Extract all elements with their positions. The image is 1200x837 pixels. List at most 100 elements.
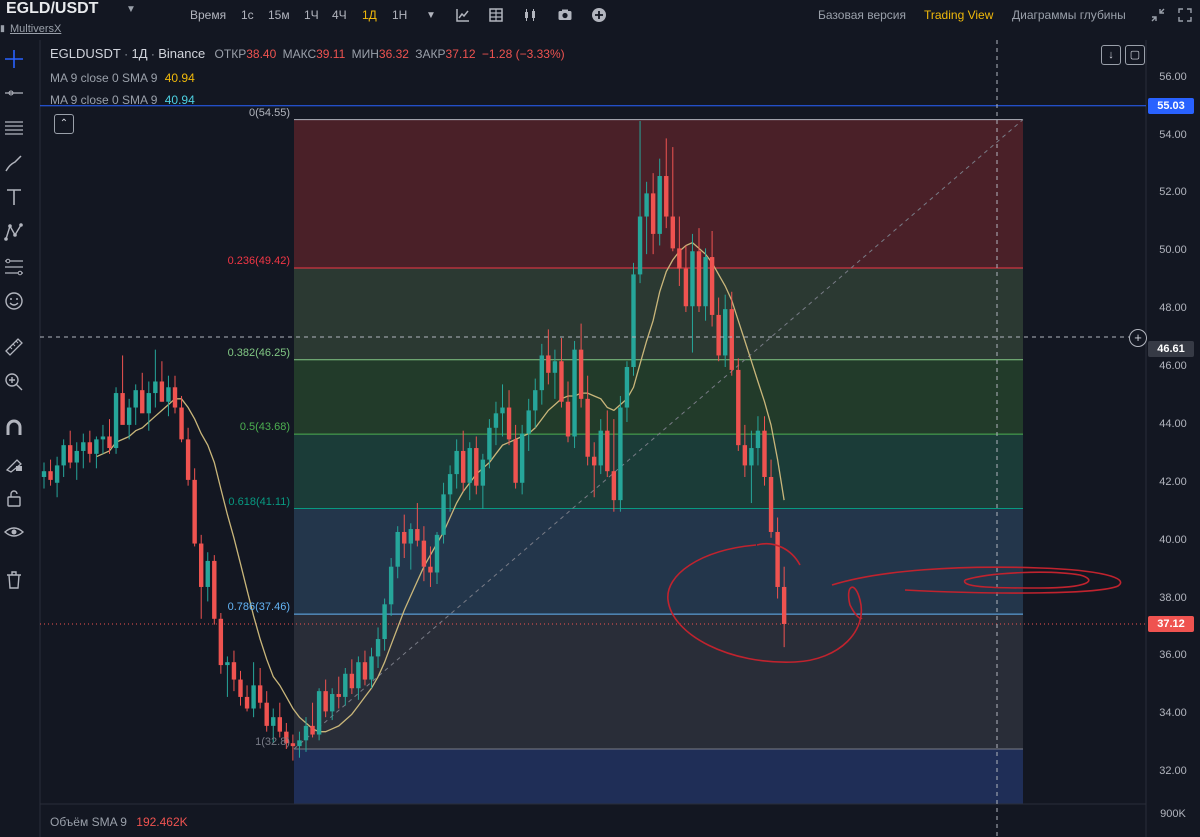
price-axis-label: 36.00: [1159, 649, 1187, 662]
candle-type-icon[interactable]: [522, 7, 538, 23]
legend-exchange: Binance: [158, 46, 206, 61]
trash-icon[interactable]: [3, 569, 25, 591]
candle-body: [271, 717, 276, 726]
tab-tradingview[interactable]: Trading View: [924, 8, 993, 22]
candle-body: [251, 685, 256, 709]
fullscreen-icon[interactable]: [1177, 7, 1193, 23]
candle-body: [526, 410, 531, 434]
timeframe-15m[interactable]: 15м: [268, 8, 290, 22]
emoji-icon[interactable]: [3, 290, 25, 312]
fib-zone: [294, 434, 1023, 509]
add-icon[interactable]: [591, 7, 607, 23]
brush-icon[interactable]: [3, 152, 25, 174]
lock-drawing-icon[interactable]: [3, 452, 25, 474]
candle-body: [434, 534, 440, 573]
pair-title[interactable]: EGLD/USDT: [6, 0, 98, 18]
candle-body: [166, 387, 171, 402]
candle-body: [755, 430, 761, 449]
fib-retracement[interactable]: [294, 119, 1023, 804]
candle-body: [677, 248, 682, 269]
candle-body: [670, 216, 675, 249]
top-bar: EGLD/USDT ▼ ▮ MultiversX Время 1с 15м 1Ч…: [0, 0, 1200, 35]
trend-line-icon[interactable]: [3, 82, 25, 104]
ma-legend-1[interactable]: MA 9 close 0 SMA 9 40.94: [50, 71, 195, 85]
magnet-icon[interactable]: [3, 417, 25, 439]
fib-zone: [294, 119, 1023, 269]
fib-level-label: 0.618(41.11): [228, 495, 290, 508]
scroll-down-button[interactable]: ↓: [1101, 45, 1121, 65]
fib-level-label: 0.786(37.46): [227, 601, 290, 614]
fib-trend-line: [293, 119, 1024, 750]
timeframe-4h[interactable]: 4Ч: [332, 8, 347, 22]
settings-square-button[interactable]: ▢: [1125, 45, 1145, 65]
price-axis-label: 38.00: [1159, 591, 1187, 604]
candle-body: [611, 471, 617, 501]
ma1-label: MA 9 close 0 SMA 9: [50, 71, 158, 85]
collapse-legend-button[interactable]: ⌃: [54, 114, 74, 134]
close-value: 37.12: [445, 47, 476, 61]
project-link[interactable]: MultiversX: [10, 23, 61, 35]
tab-depth[interactable]: Диаграммы глубины: [1012, 8, 1126, 22]
lock-icon[interactable]: [3, 487, 25, 509]
price-chart[interactable]: [0, 0, 1200, 837]
annotation-drawing[interactable]: [667, 543, 1122, 663]
more-timeframes-icon[interactable]: ▼: [426, 10, 436, 21]
candle-body: [644, 193, 649, 217]
candle-body: [461, 450, 466, 483]
price-axis-label: 56.00: [1159, 70, 1187, 83]
tab-basic[interactable]: Базовая версия: [818, 8, 906, 22]
candle-body: [585, 398, 590, 457]
timeframe-1s[interactable]: 1с: [241, 8, 254, 22]
candle-body: [664, 176, 669, 217]
indicators-icon[interactable]: [455, 7, 471, 23]
zoom-in-icon[interactable]: [3, 371, 25, 393]
candle-body: [519, 433, 525, 483]
candle-body: [388, 566, 394, 605]
candle-body: [126, 407, 132, 425]
ma1-value: 40.94: [164, 71, 195, 85]
candle-body: [762, 430, 767, 477]
candle-body: [68, 445, 73, 463]
ma-legend-2[interactable]: MA 9 close 0 SMA 9 40.94: [50, 93, 195, 107]
ruler-icon[interactable]: [3, 336, 25, 358]
candle-body: [637, 216, 643, 275]
candle-body: [231, 662, 237, 680]
candle-body: [107, 436, 112, 449]
templates-icon[interactable]: [488, 7, 504, 23]
camera-icon[interactable]: [557, 7, 573, 23]
candle-body: [238, 679, 243, 697]
open-value: 38.40: [246, 47, 277, 61]
candle-body: [199, 543, 204, 587]
timeframe-1h[interactable]: 1Ч: [304, 8, 319, 22]
text-icon[interactable]: [3, 186, 25, 208]
open-label: ОТКР: [214, 47, 247, 61]
volume-label: Объём SMA 9: [50, 815, 127, 829]
pair-dropdown-icon[interactable]: ▼: [126, 4, 136, 15]
candle-body: [316, 691, 322, 735]
candle-body: [192, 479, 197, 544]
candle-body: [120, 393, 125, 425]
eye-icon[interactable]: [3, 521, 25, 543]
price-axis-label: 32.00: [1159, 765, 1187, 778]
pattern-icon[interactable]: [3, 221, 25, 243]
timeframe-time[interactable]: Время: [190, 8, 226, 22]
crosshair-icon[interactable]: [3, 48, 25, 70]
candle-body: [428, 566, 433, 573]
timeframe-1w[interactable]: 1Н: [392, 8, 407, 22]
candle-body: [257, 685, 263, 703]
horizontal-lines-icon[interactable]: [3, 117, 25, 139]
candle-body: [513, 439, 518, 483]
collapse-icon[interactable]: [1150, 7, 1166, 23]
add-alert-icon[interactable]: +: [1129, 329, 1147, 347]
fib-level-label: 0.236(49.42): [227, 255, 290, 268]
ma2-label: MA 9 close 0 SMA 9: [50, 93, 158, 107]
candle-body: [205, 560, 210, 587]
price-axis-label: 48.00: [1159, 302, 1187, 315]
candle-body: [185, 439, 191, 480]
timeframe-1d[interactable]: 1Д: [362, 8, 377, 22]
fib-retracement-icon[interactable]: [3, 256, 25, 278]
fib-zone: [294, 268, 1023, 360]
candle-body: [133, 390, 138, 408]
candle-body: [146, 393, 151, 414]
candle-body: [48, 471, 53, 480]
